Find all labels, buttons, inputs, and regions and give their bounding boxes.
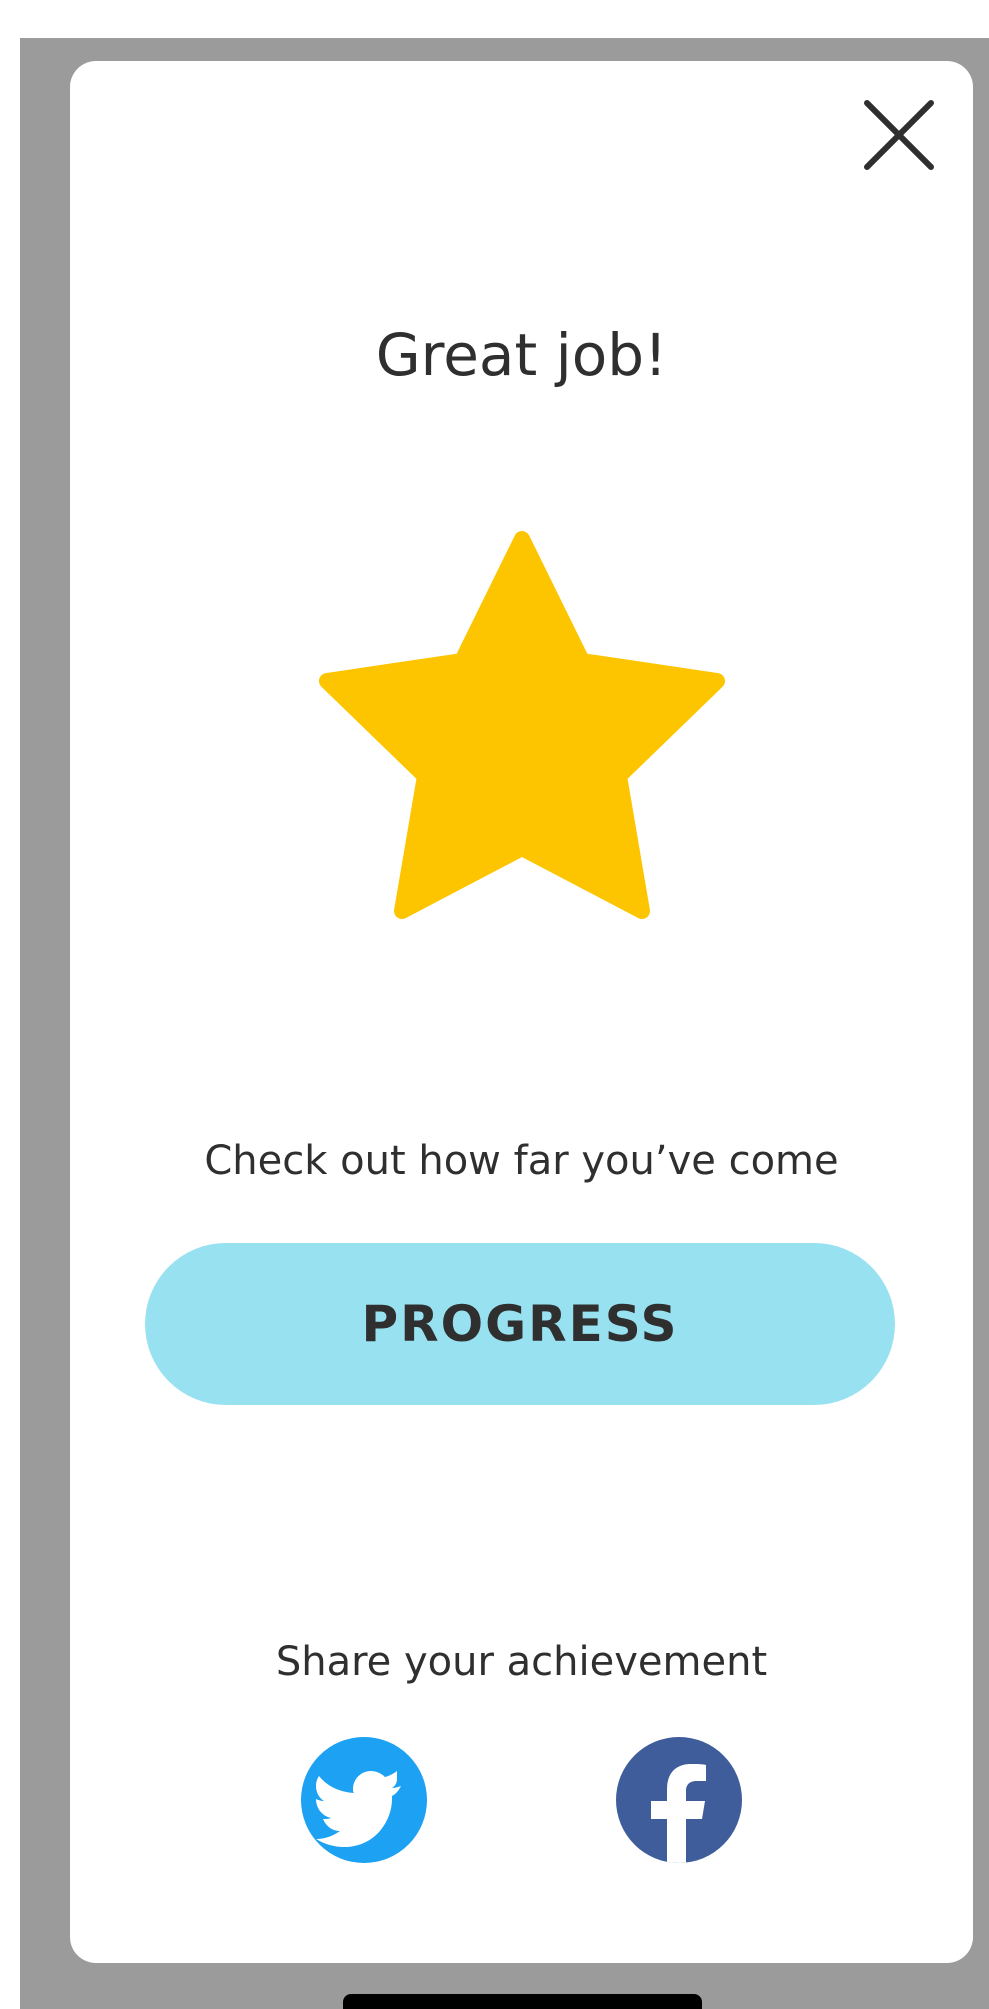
twitter-icon <box>316 1771 401 1847</box>
facebook-share-button[interactable] <box>616 1737 742 1863</box>
share-label: Share your achievement <box>275 1639 768 1685</box>
progress-prompt: Check out how far you’ve come <box>204 1138 839 1184</box>
star-icon <box>319 531 725 919</box>
progress-button[interactable]: PROGRESS <box>145 1243 895 1405</box>
close-button[interactable] <box>855 91 943 179</box>
close-icon <box>864 100 934 170</box>
home-indicator[interactable] <box>343 1994 702 2009</box>
dialog-title: Great job! <box>375 321 668 389</box>
facebook-icon <box>651 1764 706 1863</box>
achievement-dialog: Great job! Check out how far you’ve come… <box>70 61 973 1963</box>
twitter-share-button[interactable] <box>301 1737 427 1863</box>
